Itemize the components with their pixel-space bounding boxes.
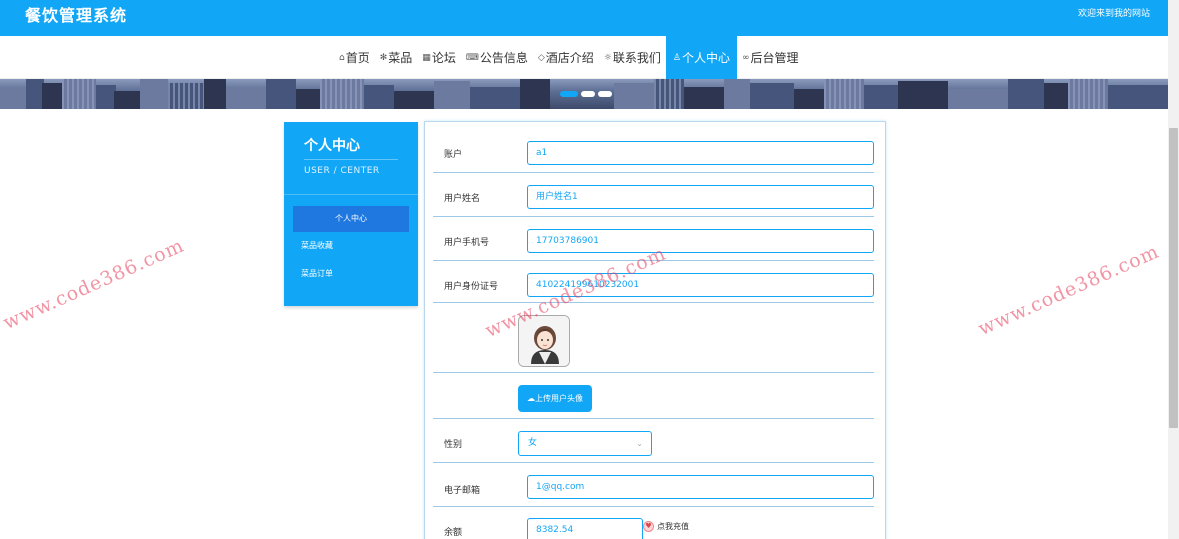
gender-label: 性别 xyxy=(444,440,463,450)
piggy-bank-icon: ♥ xyxy=(643,521,654,532)
nav-item-1[interactable]: ✻ 菜品 xyxy=(375,36,418,79)
top-bar: 餐饮管理系统 欢迎来到我的网站 xyxy=(0,0,1168,36)
carousel-dot-2[interactable] xyxy=(581,91,595,97)
email-field[interactable]: 1@qq.com xyxy=(527,475,874,499)
gender-select[interactable]: 女 ⌄ xyxy=(518,431,652,456)
nav-item-label: 菜品 xyxy=(388,51,413,65)
account-field[interactable]: a1 xyxy=(527,141,874,165)
welcome-text: 欢迎来到我的网站 xyxy=(1077,9,1150,19)
sidebar-title: 个人中心 xyxy=(304,138,360,154)
nav-item-6[interactable]: ♙ 个人中心 xyxy=(665,36,737,79)
admin-link-icon: ∞ xyxy=(741,52,750,63)
nav-item-label: 个人中心 xyxy=(681,51,730,65)
gender-value: 女 xyxy=(528,438,538,448)
username-field[interactable]: 用户姓名1 xyxy=(527,185,874,209)
form-row-email: 电子邮箱 1@qq.com xyxy=(433,463,874,507)
nav-item-7[interactable]: ∞ 后台管理 xyxy=(737,36,804,79)
nav-item-2[interactable]: ▦ 论坛 xyxy=(417,36,461,79)
page-scrollbar[interactable] xyxy=(1168,0,1179,539)
sidebar-item-user-center[interactable]: 个人中心 xyxy=(293,206,409,232)
balance-field: 8382.54 xyxy=(527,518,643,539)
sidebar-divider xyxy=(284,194,418,195)
recharge-label: 点我充值 xyxy=(657,522,689,531)
nav-item-label: 公告信息 xyxy=(479,51,528,65)
nav-item-label: 酒店介绍 xyxy=(545,51,594,65)
nav-item-3[interactable]: ⌨ 公告信息 xyxy=(461,36,533,79)
chevron-down-icon: ⌄ xyxy=(636,439,643,448)
nav-item-4[interactable]: ◇ 酒店介绍 xyxy=(533,36,599,79)
recharge-link[interactable]: ♥ 点我充值 xyxy=(643,521,689,532)
upload-avatar-button[interactable]: ☁上传用户头像 xyxy=(518,385,592,412)
id-card-label: 用户身份证号 xyxy=(444,282,499,292)
sidebar-item-orders[interactable]: 菜品订单 xyxy=(293,261,409,287)
form-row-gender: 性别 xyxy=(433,419,874,463)
email-label: 电子邮箱 xyxy=(444,486,481,496)
watermark: www.code386.com xyxy=(0,234,188,335)
nav-item-label: 首页 xyxy=(345,51,370,65)
upload-avatar-label: 上传用户头像 xyxy=(535,394,583,403)
user-center-sidebar: 个人中心 USER / CENTER 个人中心 菜品收藏 菜品订单 xyxy=(284,122,418,306)
nav-item-0[interactable]: ⌂ 首页 xyxy=(334,36,375,79)
nav-item-5[interactable]: ☼ 联系我们 xyxy=(599,36,666,79)
site-title[interactable]: 餐饮管理系统 xyxy=(25,2,127,26)
sidebar-item-favorites[interactable]: 菜品收藏 xyxy=(293,233,409,259)
cloud-upload-icon: ☁ xyxy=(527,394,535,403)
contact-icon: ☼ xyxy=(603,52,612,63)
balance-label: 余额 xyxy=(444,528,463,538)
page: { "header": { "brand": "餐饮管理系统", "welcom… xyxy=(0,0,1179,539)
carousel-dots xyxy=(560,91,612,97)
nav-item-label: 联系我们 xyxy=(612,51,661,65)
scrollbar-thumb[interactable] xyxy=(1169,128,1178,428)
account-label: 账户 xyxy=(444,150,463,160)
dishes-icon: ✻ xyxy=(379,52,388,63)
hotel-icon: ◇ xyxy=(537,52,545,63)
form-row-upload xyxy=(433,373,874,419)
forum-icon: ▦ xyxy=(422,52,431,63)
carousel-dot-3[interactable] xyxy=(598,91,612,97)
main-nav: ⌂ 首页 ✻ 菜品 ▦ 论坛 ⌨ 公告信息 ◇ 酒店介绍 ☼ 联系我们 ♙ 个人中心 ∞ 后台管理 xyxy=(0,36,1168,79)
form-row-account: 账户 a1 xyxy=(433,122,874,173)
sidebar-divider xyxy=(304,159,398,160)
phone-label: 用户手机号 xyxy=(444,238,490,248)
banner-carousel xyxy=(0,79,1168,109)
notice-icon: ⌨ xyxy=(465,52,479,63)
watermark: www.code386.com xyxy=(975,240,1163,341)
username-label: 用户姓名 xyxy=(444,194,481,204)
carousel-dot-1[interactable] xyxy=(560,91,578,97)
nav-item-label: 论坛 xyxy=(431,51,456,65)
nav-items: ⌂ 首页 ✻ 菜品 ▦ 论坛 ⌨ 公告信息 ◇ 酒店介绍 ☼ 联系我们 ♙ 个人中心 ∞ 后台管理 xyxy=(334,36,803,79)
form-row-username: 用户姓名 用户姓名1 xyxy=(433,173,874,217)
nav-item-label: 后台管理 xyxy=(750,51,799,65)
user-icon: ♙ xyxy=(672,52,681,63)
home-icon: ⌂ xyxy=(339,52,345,63)
phone-field[interactable]: 17703786901 xyxy=(527,229,874,253)
sidebar-subtitle: USER / CENTER xyxy=(304,166,380,176)
